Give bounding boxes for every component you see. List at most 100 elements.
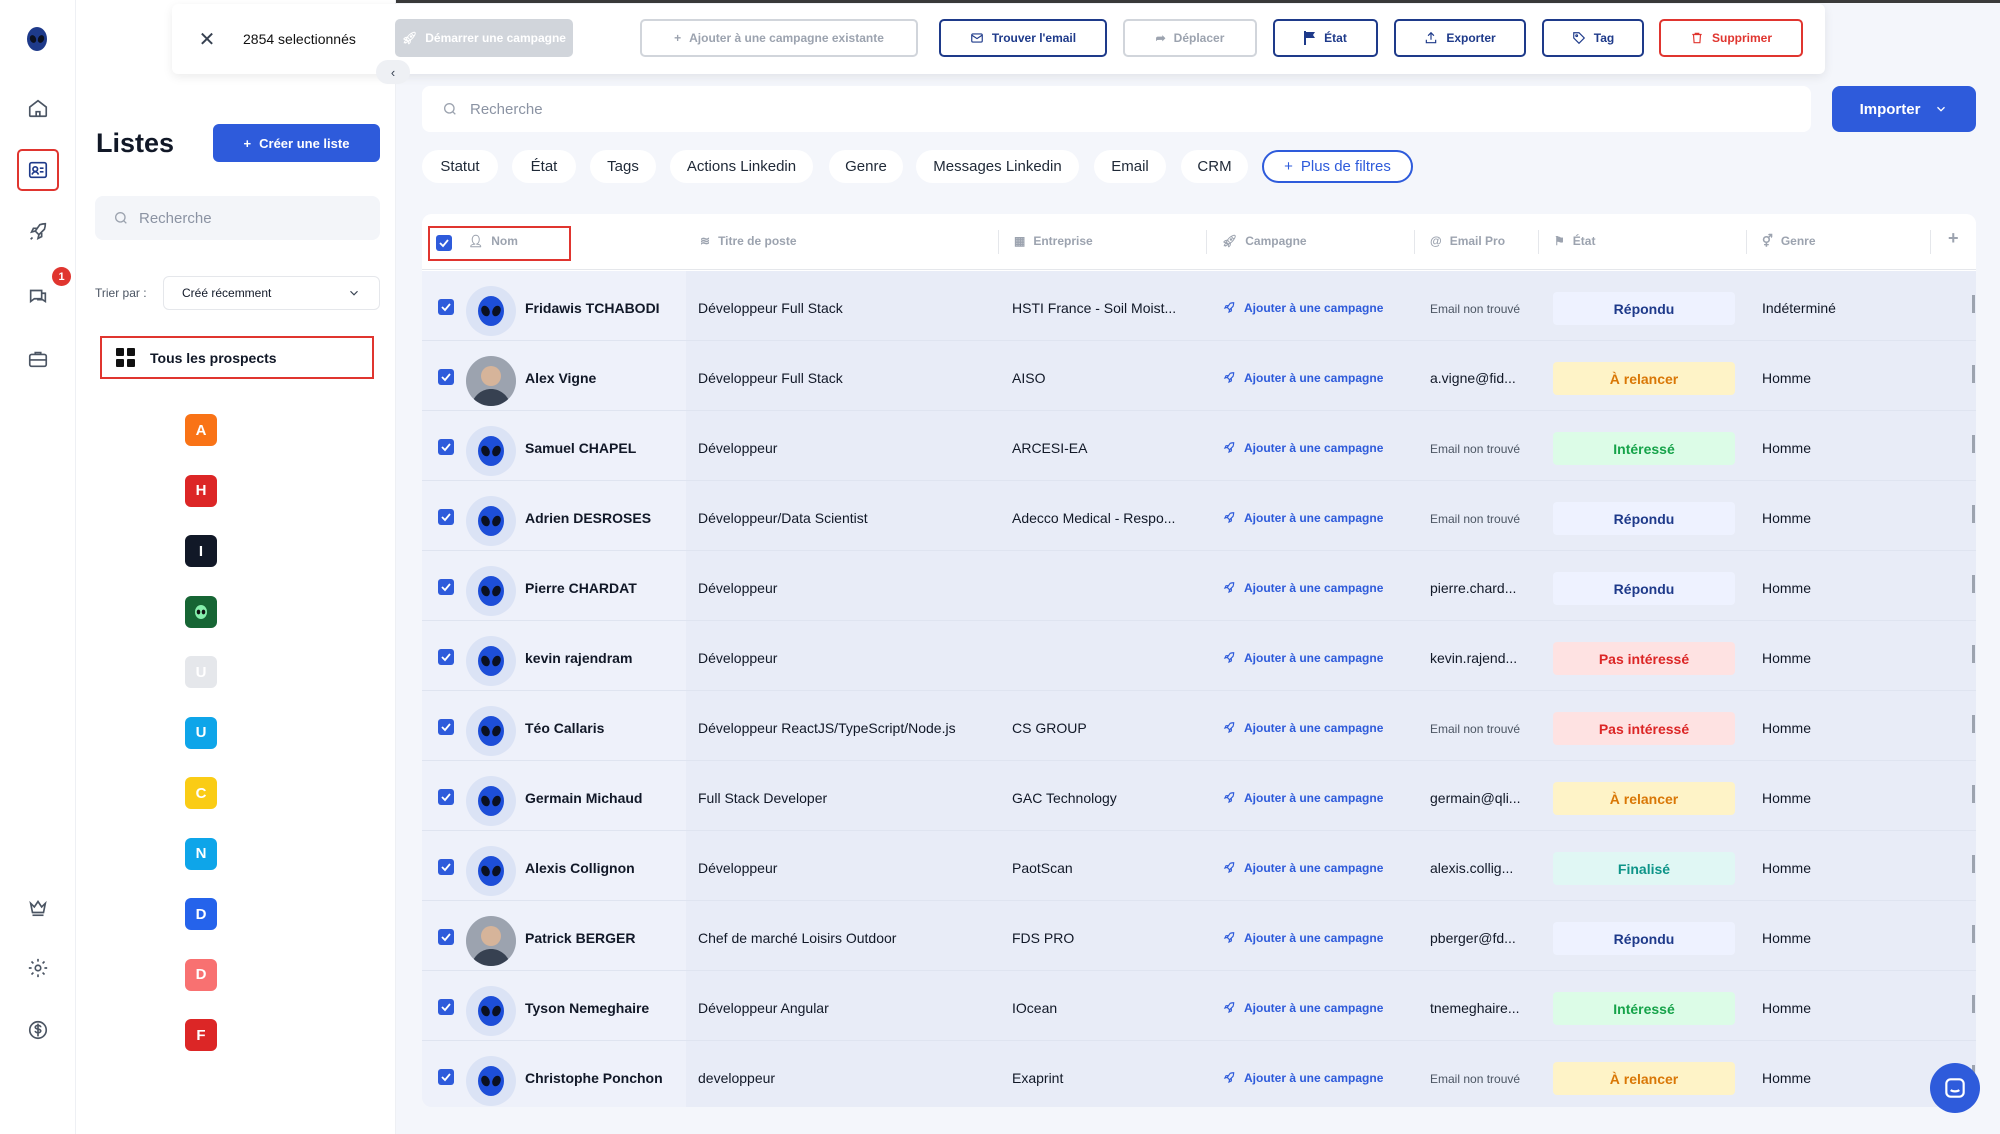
prospect-name[interactable]: Germain Michaud <box>525 790 680 806</box>
column-header-genre[interactable]: ⚥ Genre <box>1758 234 1816 248</box>
row-checkbox[interactable] <box>438 579 454 595</box>
add-to-campaign-link[interactable]: Ajouter à une campagne <box>1222 301 1383 315</box>
filter-1[interactable]: État <box>512 150 576 183</box>
prospect-name[interactable]: kevin rajendram <box>525 650 680 666</box>
column-header-job[interactable]: ≋ Titre de poste <box>696 234 797 248</box>
table-row[interactable]: kevin rajendram Développeur Ajouter à une … <box>422 621 1976 691</box>
filter-7[interactable]: CRM <box>1181 150 1248 183</box>
list-chip[interactable]: F <box>185 1019 217 1051</box>
row-menu-icon[interactable] <box>1972 925 1975 943</box>
row-menu-icon[interactable] <box>1972 505 1975 523</box>
state-badge[interactable]: Répondu <box>1553 922 1735 955</box>
table-row[interactable]: Tyson Nemeghaire Développeur Angular IOcea… <box>422 971 1976 1041</box>
row-menu-icon[interactable] <box>1972 995 1975 1013</box>
column-header-name[interactable]: 👤︎ Nom <box>464 234 518 248</box>
column-header-campaign[interactable]: 🚀︎ Campagne <box>1218 234 1307 248</box>
row-checkbox[interactable] <box>438 999 454 1015</box>
contacts-icon[interactable] <box>17 149 59 191</box>
prospect-name[interactable]: Alex Vigne <box>525 370 680 386</box>
column-header-email[interactable]: @ Email Pro <box>1426 234 1505 248</box>
all-prospects-item[interactable]: Tous les prospects <box>100 336 374 379</box>
filter-3[interactable]: Actions Linkedin <box>670 150 813 183</box>
briefcase-icon[interactable] <box>19 340 57 378</box>
row-checkbox[interactable] <box>438 1069 454 1085</box>
start-campaign-button[interactable]: 🚀︎ Démarrer une campagne <box>395 19 573 57</box>
row-checkbox[interactable] <box>438 649 454 665</box>
filter-2[interactable]: Tags <box>590 150 656 183</box>
row-menu-icon[interactable] <box>1972 785 1975 803</box>
list-chip[interactable]: A <box>185 414 217 446</box>
row-menu-icon[interactable] <box>1972 365 1975 383</box>
add-column-icon[interactable]: + <box>1944 228 1959 249</box>
list-chip[interactable]: C <box>185 777 217 809</box>
row-menu-icon[interactable] <box>1972 295 1975 313</box>
prospect-name[interactable]: Alexis Collignon <box>525 860 680 876</box>
column-header-state[interactable]: ⚑ État <box>1550 234 1595 248</box>
delete-button[interactable]: Supprimer <box>1659 19 1803 57</box>
row-checkbox[interactable] <box>438 299 454 315</box>
filter-4[interactable]: Genre <box>829 150 903 183</box>
filter-5[interactable]: Messages Linkedin <box>916 150 1079 183</box>
table-row[interactable]: Alexis Collignon Développeur PaotScan Ajout… <box>422 831 1976 901</box>
add-to-campaign-link[interactable]: Ajouter à une campagne <box>1222 791 1383 805</box>
state-badge[interactable]: Intéressé <box>1553 432 1735 465</box>
row-menu-icon[interactable] <box>1972 575 1975 593</box>
import-button[interactable]: Importer <box>1832 86 1976 132</box>
create-list-button[interactable]: + Créer une liste <box>213 124 380 162</box>
row-menu-icon[interactable] <box>1972 435 1975 453</box>
more-filters-button[interactable]: + Plus de filtres <box>1262 150 1413 183</box>
add-to-campaign-link[interactable]: Ajouter à une campagne <box>1222 581 1383 595</box>
list-chip[interactable]: U <box>185 716 217 749</box>
table-row[interactable]: Adrien DESROSES Développeur/Data Scientis… <box>422 481 1976 551</box>
move-button[interactable]: ➦ Déplacer <box>1123 19 1257 57</box>
add-to-campaign-link[interactable]: Ajouter à une campagne <box>1222 861 1383 875</box>
list-chip[interactable]: D <box>185 898 217 930</box>
row-checkbox[interactable] <box>438 509 454 525</box>
sort-select[interactable]: Créé récemment <box>163 276 380 310</box>
messages-icon[interactable] <box>19 277 57 315</box>
export-button[interactable]: Exporter <box>1394 19 1526 57</box>
list-chip[interactable] <box>185 595 217 628</box>
settings-gear-icon[interactable] <box>19 949 57 987</box>
row-checkbox[interactable] <box>438 369 454 385</box>
prospect-name[interactable]: Pierre CHARDAT <box>525 580 680 596</box>
prospect-name[interactable]: Adrien DESROSES <box>525 510 680 526</box>
state-badge[interactable]: À relancer <box>1553 782 1735 815</box>
home-icon[interactable] <box>19 89 57 127</box>
list-chip[interactable]: U <box>185 656 217 688</box>
list-chip[interactable]: D <box>185 958 217 991</box>
table-row[interactable]: Germain Michaud Full Stack Developer GAC T… <box>422 761 1976 831</box>
row-menu-icon[interactable] <box>1972 715 1975 733</box>
add-to-campaign-link[interactable]: Ajouter à une campagne <box>1222 371 1383 385</box>
table-row[interactable]: Samuel CHAPEL Développeur ARCESI-EA Ajouter… <box>422 411 1976 481</box>
add-to-campaign-link[interactable]: Ajouter à une campagne <box>1222 1001 1383 1015</box>
state-badge[interactable]: À relancer <box>1553 1062 1735 1095</box>
select-all-checkbox[interactable] <box>436 235 452 251</box>
find-email-button[interactable]: Trouver l'email <box>939 19 1107 57</box>
state-badge[interactable]: Répondu <box>1553 502 1735 535</box>
add-to-campaign-link[interactable]: Ajouter à une campagne <box>1222 651 1383 665</box>
prospect-name[interactable]: Fridawis TCHABODI <box>525 300 680 316</box>
add-to-campaign-link[interactable]: Ajouter à une campagne <box>1222 441 1383 455</box>
add-to-campaign-link[interactable]: Ajouter à une campagne <box>1222 511 1383 525</box>
column-header-company[interactable]: ▦ Entreprise <box>1010 234 1093 248</box>
close-selection-icon[interactable]: ✕ <box>192 24 222 54</box>
billing-dollar-icon[interactable] <box>19 1011 57 1049</box>
prospect-name[interactable]: Patrick BERGER <box>525 930 680 946</box>
list-chip[interactable]: N <box>185 837 217 870</box>
row-checkbox[interactable] <box>438 439 454 455</box>
prospects-search-input[interactable]: Recherche <box>422 86 1811 132</box>
add-to-campaign-link[interactable]: Ajouter à une campagne <box>1222 931 1383 945</box>
table-row[interactable]: Fridawis TCHABODI Développeur Full Stack H… <box>422 271 1976 341</box>
state-button[interactable]: État <box>1273 19 1378 57</box>
table-row[interactable]: Pierre CHARDAT Développeur Ajouter à une c… <box>422 551 1976 621</box>
state-badge[interactable]: Répondu <box>1553 292 1735 325</box>
row-menu-icon[interactable] <box>1972 645 1975 663</box>
prospect-name[interactable]: Tyson Nemeghaire <box>525 1000 680 1016</box>
filter-0[interactable]: Statut <box>422 150 498 183</box>
table-row[interactable]: Patrick BERGER Chef de marché Loisirs Out… <box>422 901 1976 971</box>
add-to-campaign-link[interactable]: Ajouter à une campagne <box>1222 1071 1383 1085</box>
row-checkbox[interactable] <box>438 719 454 735</box>
row-menu-icon[interactable] <box>1972 855 1975 873</box>
rocket-icon[interactable] <box>19 213 57 251</box>
